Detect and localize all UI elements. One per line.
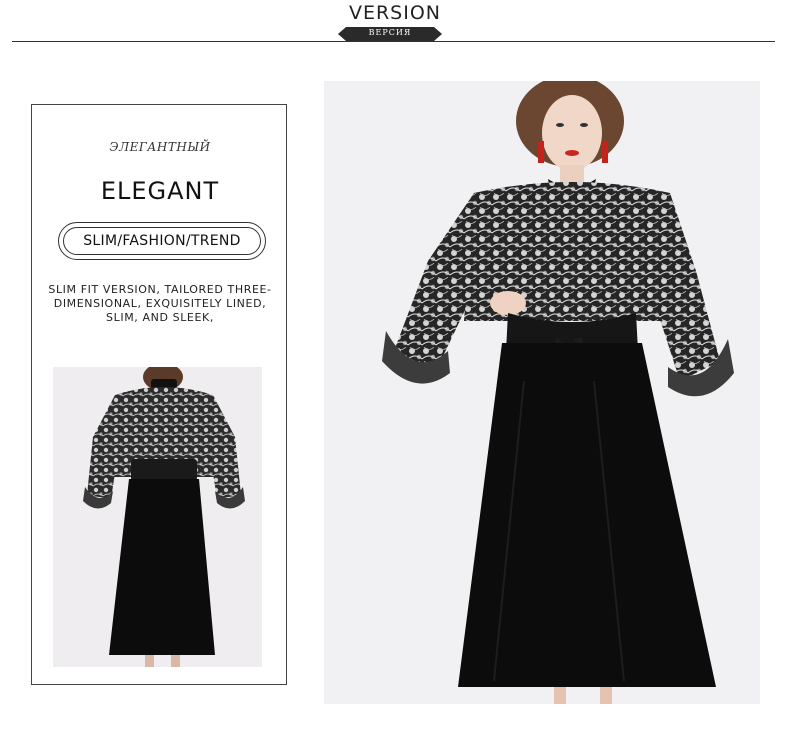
header-divider (12, 41, 775, 42)
header-title: VERSION (348, 2, 442, 24)
card-subtitle: ЭЛЕГАНТНЫЙ (109, 140, 211, 154)
card-description: SLIM FIT VERSION, TAILORED THREE-DIMENSI… (48, 283, 272, 324)
card-tag-label: SLIM/FASHION/TREND (63, 227, 261, 255)
info-card: ЭЛЕГАНТНЫЙ ELEGANT SLIM/FASHION/TREND SL… (31, 104, 287, 685)
card-title: ELEGANT (100, 177, 220, 205)
header-badge-text: ВЕРСИЯ (368, 28, 412, 37)
header-badge: ВЕРСИЯ (338, 27, 442, 41)
card-tag: SLIM/FASHION/TREND (58, 222, 266, 260)
dress-front-photo (324, 81, 760, 704)
dress-back-photo (53, 367, 262, 667)
